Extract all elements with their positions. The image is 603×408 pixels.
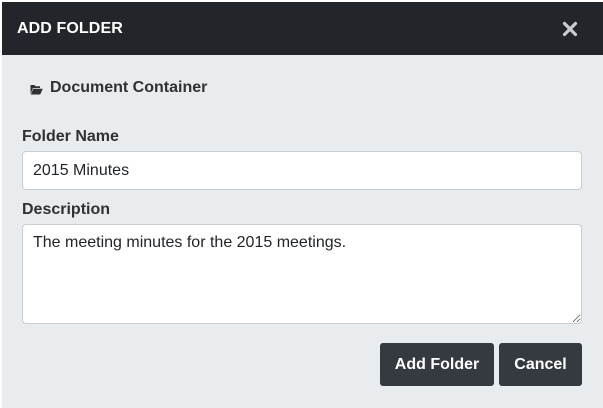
dialog-header: ADD FOLDER xyxy=(2,2,603,55)
parent-folder-name: Document Container xyxy=(50,79,208,96)
description-textarea[interactable]: The meeting minutes for the 2015 meeting… xyxy=(22,224,582,324)
cancel-button[interactable]: Cancel xyxy=(499,343,582,386)
dialog-title: ADD FOLDER xyxy=(17,20,123,37)
folder-name-input[interactable] xyxy=(22,151,582,190)
folder-name-label: Folder Name xyxy=(22,128,119,145)
add-folder-dialog: ADD FOLDER Document Container Folder Nam… xyxy=(2,2,603,408)
add-folder-button[interactable]: Add Folder xyxy=(380,343,494,386)
folder-open-icon xyxy=(30,82,43,95)
description-label: Description xyxy=(22,201,111,218)
close-icon[interactable] xyxy=(560,19,580,39)
